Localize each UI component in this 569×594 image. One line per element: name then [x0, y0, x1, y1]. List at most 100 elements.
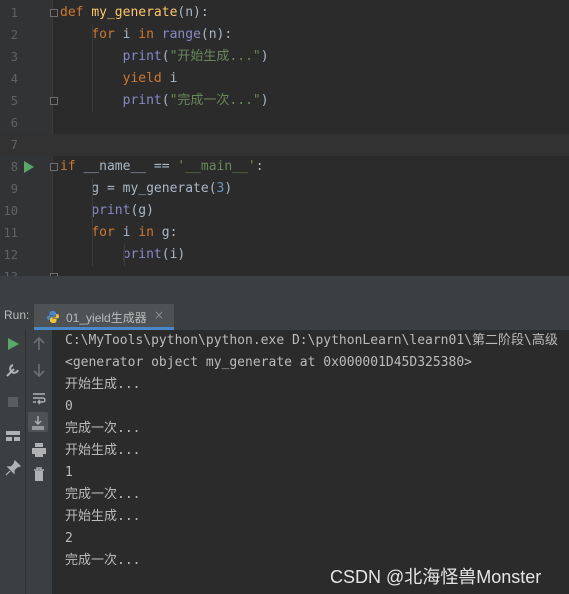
code-token: g = my_generate( — [60, 181, 217, 196]
console-output[interactable]: C:\MyTools\python\python.exe D:\pythonLe… — [53, 330, 569, 594]
down-arrow-icon[interactable] — [29, 360, 49, 380]
code-text: print(i) — [60, 244, 186, 266]
panel-divider[interactable] — [0, 278, 569, 304]
code-line[interactable]: 5 print("完成一次...") — [0, 90, 569, 112]
console-line: 完成一次... — [65, 421, 141, 436]
line-number: 8 — [10, 160, 18, 174]
code-text: if __name__ == '__main__': — [60, 156, 264, 178]
line-number: 5 — [10, 94, 18, 108]
console-line: C:\MyTools\python\python.exe D:\pythonLe… — [65, 333, 558, 348]
code-token: print — [122, 93, 162, 108]
code-line[interactable]: 10 print(g) — [0, 200, 569, 222]
line-number: 4 — [10, 72, 18, 86]
code-editor[interactable]: 1 def my_generate(n): 2 for i in range(n):… — [0, 0, 569, 278]
code-token: in — [138, 225, 162, 240]
code-token: (g) — [130, 203, 154, 218]
up-arrow-icon[interactable] — [29, 334, 49, 354]
fold-marker-icon[interactable] — [50, 97, 58, 105]
python-icon — [47, 311, 59, 323]
code-line[interactable]: 7 — [0, 134, 569, 156]
line-number: 1 — [10, 6, 18, 20]
layout-icon[interactable] — [3, 426, 23, 446]
console-line: 完成一次... — [65, 487, 141, 502]
code-token: ( — [161, 49, 170, 64]
console-line: 1 — [65, 465, 73, 480]
code-token: (n): — [200, 27, 233, 42]
code-token: "完成一次..." — [169, 93, 261, 108]
code-token: (i) — [161, 247, 186, 262]
code-token: __name__ == — [83, 159, 178, 174]
code-text: for i in range(n): — [60, 24, 232, 46]
code-token: i — [122, 225, 139, 240]
rerun-icon[interactable] — [3, 334, 23, 354]
console-line: 开始生成... — [65, 509, 141, 524]
code-token: if — [60, 159, 84, 174]
run-tab-label: 01_yield生成器 — [66, 311, 147, 325]
fold-marker-icon[interactable] — [50, 163, 58, 171]
line-number: 3 — [10, 50, 18, 64]
code-line[interactable]: 1 def my_generate(n): — [0, 2, 569, 24]
stop-icon[interactable] — [3, 392, 23, 412]
code-token: (n): — [177, 5, 209, 20]
console-line: 0 — [65, 399, 73, 414]
close-icon[interactable]: × — [154, 308, 164, 322]
code-text: print(g) — [60, 200, 154, 222]
scroll-to-end-icon[interactable] — [28, 412, 48, 432]
indent-guide — [92, 24, 93, 112]
code-text: def my_generate(n): — [60, 2, 209, 24]
code-token: i — [122, 27, 139, 42]
print-icon[interactable] — [29, 440, 49, 460]
code-token: : — [255, 159, 264, 174]
code-token: g: — [161, 225, 178, 240]
console-line: 开始生成... — [65, 377, 141, 392]
code-line[interactable]: 8 if __name__ == '__main__': — [0, 156, 569, 178]
run-triangle-icon[interactable] — [24, 161, 34, 173]
code-text: g = my_generate(3) — [60, 178, 232, 200]
trash-icon[interactable] — [29, 464, 49, 484]
line-number: 10 — [3, 204, 18, 218]
indent-guide — [124, 244, 125, 266]
code-token: def — [60, 5, 92, 20]
code-line[interactable]: 12 print(i) — [0, 244, 569, 266]
code-text: for i in g: — [60, 222, 177, 244]
fold-marker-icon[interactable] — [50, 9, 58, 17]
code-token: "开始生成..." — [169, 49, 261, 64]
code-token: ( — [161, 93, 170, 108]
code-token: print — [91, 203, 131, 218]
watermark: CSDN @北海怪兽Monster — [330, 567, 542, 587]
line-number: 7 — [10, 138, 18, 152]
console-line: 开始生成... — [65, 443, 141, 458]
code-token: in — [138, 27, 162, 42]
console-line: 2 — [65, 531, 73, 546]
code-token: i — [169, 71, 178, 86]
line-number: 6 — [10, 116, 18, 130]
code-token: for — [91, 225, 123, 240]
line-number: 2 — [10, 28, 18, 42]
run-label: Run: — [4, 308, 30, 322]
code-line[interactable]: 6 — [0, 112, 569, 134]
code-line[interactable]: 9 g = my_generate(3) — [0, 178, 569, 200]
code-line[interactable]: 3 print("开始生成...") — [0, 46, 569, 68]
code-line[interactable]: 4 yield i — [0, 68, 569, 90]
run-toolbar: Run: 01_yield生成器 × — [0, 304, 569, 331]
code-token: my_generate — [91, 5, 178, 20]
code-text: yield i — [60, 68, 178, 90]
run-tool-panel — [0, 330, 52, 594]
code-token: yield — [122, 71, 170, 86]
line-number: 9 — [10, 182, 18, 196]
console-line: <generator object my_generate at 0x00000… — [65, 355, 472, 370]
code-token: ) — [224, 181, 233, 196]
soft-wrap-icon[interactable] — [29, 388, 49, 408]
line-number: 12 — [3, 248, 18, 262]
code-token: print — [122, 49, 162, 64]
code-line[interactable]: 11 for i in g: — [0, 222, 569, 244]
run-tab[interactable]: 01_yield生成器 × — [34, 304, 174, 330]
pin-icon[interactable] — [3, 458, 23, 478]
code-token: range — [161, 27, 201, 42]
tool-column-divider — [25, 330, 26, 594]
code-line[interactable]: 2 for i in range(n): — [0, 24, 569, 46]
line-number: 11 — [3, 226, 18, 240]
wrench-icon[interactable] — [3, 360, 23, 380]
